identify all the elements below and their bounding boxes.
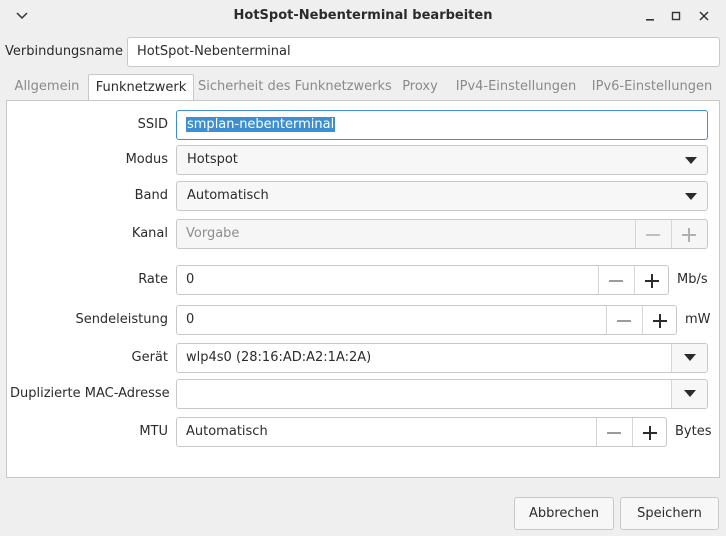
geraet-value: wlp4s0 (28:16:AD:A2:1A:2A) (186, 350, 372, 365)
band-value: Automatisch (187, 188, 269, 203)
tab-funknetzwerk[interactable]: Funknetzwerk (88, 74, 194, 101)
plus-icon-vertical (650, 274, 653, 288)
dup-mac-dropdown-button[interactable] (671, 380, 707, 408)
sendeleistung-decrement-button[interactable] (606, 306, 640, 334)
connection-name-label: Verbindungsname (5, 44, 123, 59)
plus-icon-vertical (648, 426, 651, 440)
kanal-decrement-button (635, 220, 669, 248)
rate-unit: Mb/s (677, 272, 708, 287)
rate-value: 0 (186, 272, 195, 287)
tab-sicherheit[interactable]: Sicherheit des Funknetzwerks (198, 74, 392, 100)
save-button[interactable]: Speichern (620, 497, 719, 530)
close-button[interactable] (692, 4, 716, 28)
minus-icon (608, 280, 623, 282)
minus-icon (645, 234, 660, 236)
maximize-icon (671, 11, 681, 21)
mtu-decrement-button[interactable] (596, 418, 630, 446)
ssid-input[interactable]: smplan-nebenterminal (176, 110, 708, 140)
sendeleistung-increment-button[interactable] (642, 306, 676, 334)
mtu-label: MTU (139, 424, 168, 439)
modus-value: Hotspot (187, 152, 238, 167)
geraet-label: Gerät (131, 350, 168, 365)
rate-spinbox[interactable]: 0 (176, 265, 669, 295)
modus-dropdown[interactable]: Hotspot (176, 145, 708, 175)
plus-icon-vertical (687, 228, 690, 242)
sendeleistung-value: 0 (186, 312, 195, 327)
tab-ipv4[interactable]: IPv4-Einstellungen (450, 74, 582, 100)
modus-label: Modus (125, 152, 168, 167)
rate-increment-button[interactable] (634, 266, 668, 294)
kanal-label: Kanal (131, 226, 168, 241)
minus-icon (606, 432, 621, 434)
mtu-spinbox[interactable]: Automatisch (176, 417, 667, 447)
dropdown-arrow-icon (685, 193, 697, 200)
plus-icon-vertical (658, 314, 661, 328)
rate-decrement-button[interactable] (598, 266, 632, 294)
window-title: HotSpot-Nebenterminal bearbeiten (233, 8, 493, 23)
sendeleistung-label: Sendeleistung (75, 312, 168, 327)
cancel-button[interactable]: Abbrechen (514, 497, 614, 530)
dropdown-arrow-icon (685, 157, 697, 164)
minimize-button[interactable] (638, 4, 662, 28)
close-icon (699, 11, 709, 21)
sendeleistung-spinbox[interactable]: 0 (176, 305, 677, 335)
minus-icon (616, 320, 631, 322)
kanal-placeholder: Vorgabe (186, 226, 240, 241)
dup-mac-combo-entry[interactable] (176, 379, 708, 409)
minimize-icon (646, 19, 654, 21)
connection-name-input[interactable]: HotSpot-Nebenterminal (127, 37, 720, 67)
band-dropdown[interactable]: Automatisch (176, 181, 708, 211)
mtu-value: Automatisch (186, 424, 268, 439)
maximize-button[interactable] (664, 4, 688, 28)
tab-ipv6[interactable]: IPv6-Einstellungen (588, 74, 716, 100)
tab-allgemein[interactable]: Allgemein (10, 74, 84, 100)
dropdown-arrow-icon (684, 354, 696, 361)
ssid-label: SSID (137, 117, 168, 132)
tab-proxy[interactable]: Proxy (394, 74, 446, 100)
mtu-increment-button[interactable] (632, 418, 666, 446)
ssid-selected-text: smplan-nebenterminal (186, 117, 336, 132)
rate-label: Rate (138, 272, 168, 287)
geraet-combo-entry[interactable]: wlp4s0 (28:16:AD:A2:1A:2A) (176, 343, 708, 373)
dup-mac-label: Duplizierte MAC-Adresse (10, 386, 170, 401)
mtu-unit: Bytes (675, 424, 712, 439)
dropdown-arrow-icon (684, 390, 696, 397)
geraet-dropdown-button[interactable] (671, 344, 707, 372)
band-label: Band (134, 188, 168, 203)
kanal-increment-button (671, 220, 705, 248)
kanal-spinbox: Vorgabe (176, 219, 708, 249)
sendeleistung-unit: mW (685, 312, 711, 327)
